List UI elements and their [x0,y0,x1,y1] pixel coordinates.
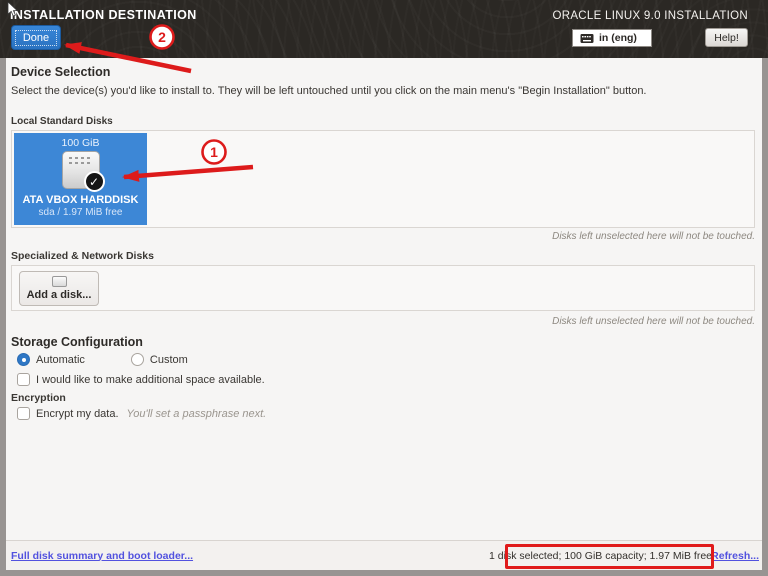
refresh-link[interactable]: Refresh... [711,550,759,562]
hard-disk-icon: ✓ [62,151,100,189]
done-button[interactable]: Done [11,25,61,50]
mouse-cursor-icon [7,2,19,17]
encrypt-label: Encrypt my data. [36,408,119,420]
product-title: ORACLE LINUX 9.0 INSTALLATION [552,10,748,22]
local-disks-box: 100 GiB ✓ ATA VBOX HARDDISK sda / 1.97 M… [11,130,755,228]
add-disk-button[interactable]: Add a disk... [19,271,99,306]
selection-status: 1 disk selected; 100 GiB capacity; 1.97 … [489,550,712,562]
device-selection-description: Select the device(s) you'd like to insta… [11,85,753,97]
local-disks-label: Local Standard Disks [11,116,113,127]
automatic-option: Automatic [17,353,85,366]
specialized-disks-label: Specialized & Network Disks [11,250,154,262]
header: INSTALLATION DESTINATION Done ORACLE LIN… [0,0,768,58]
storage-configuration-heading: Storage Configuration [11,335,143,349]
custom-radio[interactable] [131,353,144,366]
keyboard-layout-label: in (eng) [599,32,637,44]
custom-label: Custom [150,354,188,366]
disk-summary-link[interactable]: Full disk summary and boot loader... [11,550,193,562]
keyboard-layout-selector[interactable]: in (eng) [572,29,652,47]
device-selection-heading: Device Selection [11,65,110,79]
disk-details: sda / 1.97 MiB free [39,207,123,218]
additional-space-label: I would like to make additional space av… [36,374,265,386]
disk-name: ATA VBOX HARDDISK [23,194,139,206]
installer-window: INSTALLATION DESTINATION Done ORACLE LIN… [0,0,768,576]
storage-options: Automatic Custom [17,353,188,366]
keyboard-icon [580,33,594,44]
unselected-note-2: Disks left unselected here will not be t… [552,316,755,327]
content: Device Selection Select the device(s) yo… [6,58,762,540]
page-title: INSTALLATION DESTINATION [10,8,197,22]
footer: Full disk summary and boot loader... 1 d… [6,540,762,570]
disk-icon [52,276,67,287]
encryption-heading: Encryption [11,392,66,404]
encrypt-row: Encrypt my data. You'll set a passphrase… [17,407,266,420]
automatic-radio[interactable] [17,353,30,366]
custom-option: Custom [131,353,188,366]
disk-tile-sda[interactable]: 100 GiB ✓ ATA VBOX HARDDISK sda / 1.97 M… [14,133,147,225]
automatic-label: Automatic [36,354,85,366]
additional-space-checkbox[interactable] [17,373,30,386]
additional-space-row: I would like to make additional space av… [17,373,265,386]
specialized-disks-box: Add a disk... [11,265,755,311]
selected-check-icon: ✓ [84,171,105,192]
encrypt-checkbox[interactable] [17,407,30,420]
help-button[interactable]: Help! [705,28,748,47]
encrypt-hint: You'll set a passphrase next. [127,408,267,420]
unselected-note: Disks left unselected here will not be t… [552,231,755,242]
disk-size: 100 GiB [62,137,100,149]
